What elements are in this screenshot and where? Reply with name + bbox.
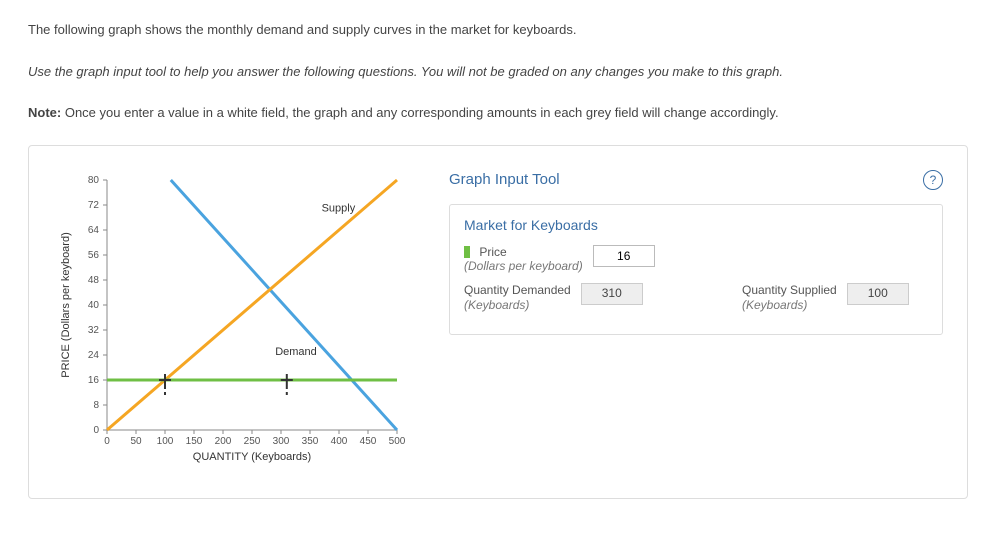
price-label-text: Price (479, 245, 506, 259)
svg-text:100: 100 (157, 436, 174, 447)
svg-text:Supply: Supply (322, 202, 356, 214)
help-icon[interactable]: ? (923, 170, 943, 190)
svg-text:72: 72 (88, 200, 100, 211)
svg-text:0: 0 (104, 436, 110, 447)
tool-title: Graph Input Tool (449, 171, 560, 188)
qs-label-text: Quantity Supplied (742, 283, 837, 297)
svg-text:Demand: Demand (275, 346, 317, 358)
svg-text:250: 250 (244, 436, 261, 447)
svg-text:40: 40 (88, 300, 100, 311)
svg-text:32: 32 (88, 325, 100, 336)
tool-subtitle: Market for Keyboards (464, 217, 928, 233)
qd-label: Quantity Demanded (Keyboards) (464, 283, 571, 312)
qs-label: Quantity Supplied (Keyboards) (742, 283, 837, 312)
svg-text:0: 0 (93, 425, 99, 436)
svg-text:64: 64 (88, 225, 100, 236)
svg-text:8: 8 (93, 400, 99, 411)
svg-text:500: 500 (389, 436, 406, 447)
svg-text:QUANTITY (Keyboards): QUANTITY (Keyboards) (193, 451, 311, 463)
svg-text:200: 200 (215, 436, 232, 447)
content-panel: 0 50 100 150 200 250 300 350 400 450 500 0 8 16 24 32 40… (28, 145, 968, 499)
svg-text:80: 80 (88, 175, 100, 186)
qs-output: 100 (847, 283, 909, 305)
svg-text:56: 56 (88, 250, 100, 261)
chart-svg[interactable]: 0 50 100 150 200 250 300 350 400 450 500 0 8 16 24 32 40… (53, 170, 413, 480)
price-label: Price (Dollars per keyboard) (464, 245, 583, 274)
price-input[interactable] (593, 245, 655, 267)
qd-output: 310 (581, 283, 643, 305)
svg-text:48: 48 (88, 275, 100, 286)
svg-text:400: 400 (331, 436, 348, 447)
graph-input-tool: Graph Input Tool ? Market for Keyboards … (449, 170, 943, 336)
intro-line-2: Use the graph input tool to help you ans… (28, 62, 968, 82)
svg-text:50: 50 (130, 436, 142, 447)
chart-container[interactable]: 0 50 100 150 200 250 300 350 400 450 500 0 8 16 24 32 40… (53, 170, 413, 480)
intro-note: Note: Once you enter a value in a white … (28, 103, 968, 123)
svg-text:PRICE (Dollars per keyboard): PRICE (Dollars per keyboard) (60, 232, 72, 378)
note-label: Note: (28, 105, 61, 120)
svg-text:24: 24 (88, 350, 100, 361)
qd-sublabel: (Keyboards) (464, 298, 529, 312)
note-text: Once you enter a value in a white field,… (61, 105, 778, 120)
svg-text:450: 450 (360, 436, 377, 447)
svg-text:16: 16 (88, 375, 100, 386)
svg-text:350: 350 (302, 436, 319, 447)
price-sublabel: (Dollars per keyboard) (464, 259, 583, 273)
qd-label-text: Quantity Demanded (464, 283, 571, 297)
svg-text:150: 150 (186, 436, 203, 447)
qs-sublabel: (Keyboards) (742, 298, 807, 312)
svg-text:300: 300 (273, 436, 290, 447)
intro-line-1: The following graph shows the monthly de… (28, 20, 968, 40)
